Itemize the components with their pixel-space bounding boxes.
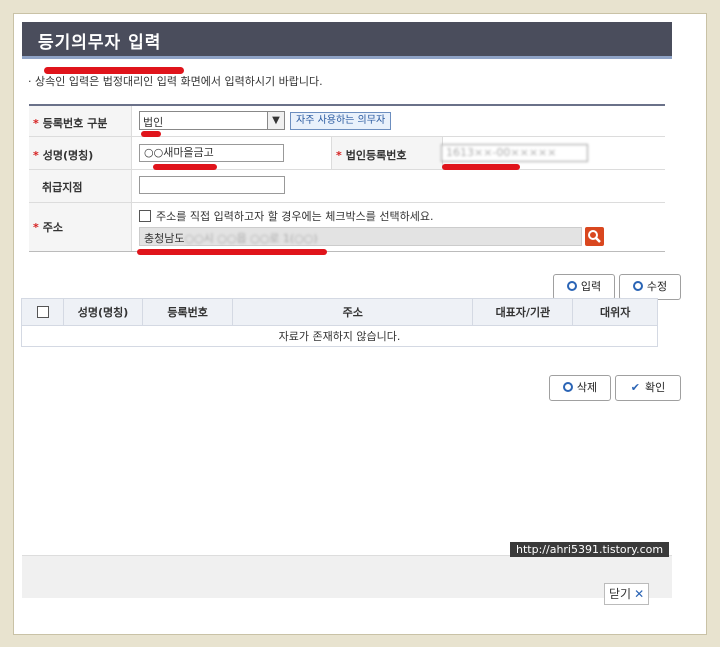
input-button-label: 입력 [580,280,602,293]
check-icon: ✔ [630,381,640,394]
required-mark: * [33,117,39,130]
name-input[interactable]: ○○새마을금고 [139,144,284,162]
empty-message: 자료가 존재하지 않습니다. [21,325,658,347]
select-all-header [20,298,65,326]
row-branch: 취급지점 [29,170,665,203]
corp-reg-label: 법인등록번호 [345,149,407,162]
chevron-down-icon[interactable]: ▼ [267,112,284,129]
title-bar: 등기의무자 입력 [22,22,672,59]
frequent-obligor-button[interactable]: 자주 사용하는 의무자 [290,112,392,130]
select-all-checkbox[interactable] [36,305,49,318]
label-cell: * 성명(명칭) [29,137,132,169]
confirm-button-label: 확인 [644,381,666,394]
reg-type-select[interactable]: 법인 ▼ [139,111,285,130]
label-cell: * 법인등록번호 [331,137,443,169]
watermark: http://ahri5391.tistory.com [510,542,670,557]
reg-type-label: 등록번호 구분 [42,117,108,130]
reg-type-value: 법인 [143,116,164,129]
obligor-table: 성명(명칭) 등록번호 주소 대표자/기관 대위자 자료가 존재하지 않습니다. [20,298,658,347]
confirm-button[interactable]: ✔ 확인 [615,375,681,401]
close-label: 닫기 [609,587,632,601]
col-reg-no: 등록번호 [141,298,234,326]
dialog-title: 등기의무자 입력 [38,33,162,53]
branch-input[interactable] [139,176,285,194]
col-address: 주소 [232,298,474,326]
address-prefix: 충청남도 [144,232,185,245]
edit-button-label: 수정 [646,280,668,293]
label-cell: 취급지점 [29,170,132,202]
row-name: * 성명(명칭) ○○새마을금고 * 법인등록번호 1613××-00××××× [29,137,665,170]
label-cell: * 주소 [29,203,132,251]
table-header-row: 성명(명칭) 등록번호 주소 대표자/기관 대위자 [20,298,658,326]
dialog-footer [22,555,672,598]
input-button[interactable]: 입력 [553,274,615,300]
edit-button[interactable]: 수정 [619,274,681,300]
delete-button[interactable]: 삭제 [549,375,611,401]
name-label: 성명(명칭) [42,149,94,162]
address-search-button[interactable] [585,227,604,246]
delete-button-label: 삭제 [576,381,598,394]
col-representative: 대표자/기관 [472,298,574,326]
input-form: * 등록번호 구분 법인 ▼ 자주 사용하는 의무자 * 성명(명칭) ○○새마을금… [29,104,665,255]
label-cell: * 등록번호 구분 [29,106,132,136]
search-icon [588,230,601,243]
circle-icon [632,281,643,291]
required-mark: * [33,149,39,162]
required-mark: * [336,149,342,162]
highlight-mark [137,249,327,255]
table-row: 자료가 존재하지 않습니다. [21,325,658,347]
row-address: * 주소 주소를 직접 입력하고자 할 경우에는 체크박스를 선택하세요. 충청남… [29,203,665,255]
address-direct-option: 주소를 직접 입력하고자 할 경우에는 체크박스를 선택하세요. [139,208,433,224]
address-rest: ○○시 ○○읍 ○○로 1(○○) [184,232,318,245]
circle-icon [566,281,577,291]
required-mark: * [33,221,39,234]
address-field[interactable]: 충청남도○○시 ○○읍 ○○로 1(○○) [139,227,582,246]
close-button[interactable]: 닫기 ✕ [604,583,650,605]
address-direct-checkbox[interactable] [139,210,151,222]
circle-icon [562,382,573,392]
col-subrogee: 대위자 [572,298,658,326]
branch-label: 취급지점 [42,181,83,194]
col-name: 성명(명칭) [63,298,143,326]
notice-text: · 상속인 입력은 법정대리인 입력 화면에서 입력하시기 바랍니다. [28,75,323,88]
address-checkbox-text: 주소를 직접 입력하고자 할 경우에는 체크박스를 선택하세요. [156,210,434,223]
row-reg-type: * 등록번호 구분 법인 ▼ 자주 사용하는 의무자 [29,106,665,137]
corp-reg-input[interactable]: 1613××-00××××× [441,144,588,162]
address-label: 주소 [42,221,64,234]
close-icon: ✕ [634,587,645,601]
